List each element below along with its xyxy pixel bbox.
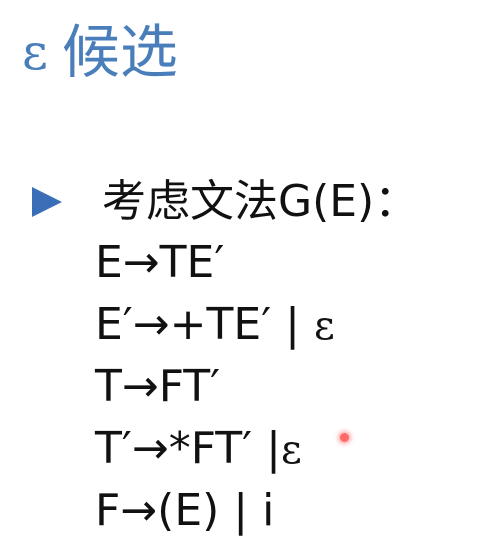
title-text: 候选 — [61, 18, 178, 86]
grammar-rule: E→TE′ — [95, 232, 335, 294]
grammar-rule: T→FT′ — [95, 356, 335, 418]
triangle-right-icon — [32, 187, 62, 217]
rule-text: F→(E) | i — [95, 485, 275, 536]
rule-epsilon: ε — [314, 303, 335, 349]
rule-text: E→TE′ — [95, 237, 225, 288]
grammar-rule: F→(E) | i — [95, 480, 335, 542]
rule-text: E′→+TE′ | — [95, 299, 314, 350]
laser-pointer-dot — [340, 433, 349, 442]
bullet-item: 考虑文法G(E)： — [32, 172, 418, 232]
bullet-text: 考虑文法G(E)： — [102, 176, 419, 227]
grammar-rule: T′→*FT′ |ε — [95, 418, 335, 480]
slide-title: ε 候选 — [22, 14, 178, 90]
rule-text: T→FT′ — [95, 361, 221, 412]
title-epsilon: ε — [22, 23, 48, 81]
rule-text: T′→*FT′ | — [95, 423, 281, 474]
grammar-rule: E′→+TE′ | ε — [95, 294, 335, 356]
slide: ε 候选 考虑文法G(E)： E→TE′ E′→+TE′ | ε T→FT′ T… — [0, 0, 492, 557]
grammar-rules: E→TE′ E′→+TE′ | ε T→FT′ T′→*FT′ |ε F→(E)… — [95, 232, 335, 542]
rule-epsilon: ε — [280, 427, 302, 473]
